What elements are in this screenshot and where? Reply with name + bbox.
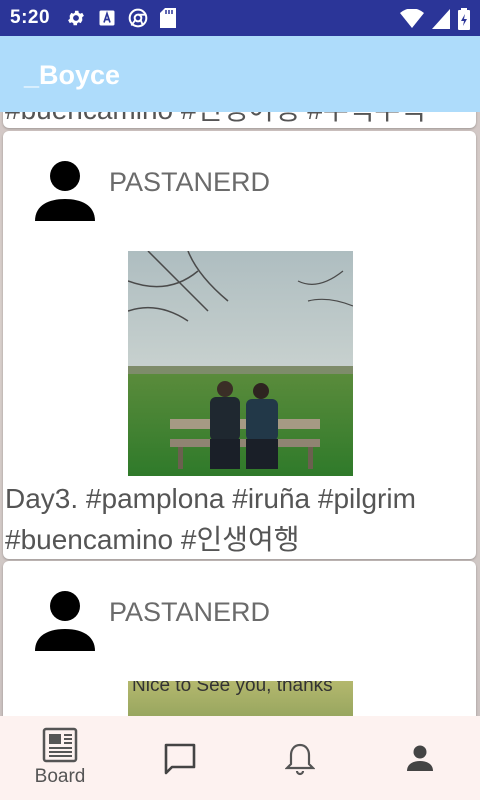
post-image-text: Nice to See you, thanks	[132, 681, 333, 696]
nav-board-label: Board	[34, 766, 86, 787]
post-card[interactable]: #buencamino #인생여행 #우럭우럭	[3, 112, 476, 128]
battery-icon	[458, 8, 470, 30]
sd-card-icon	[160, 8, 177, 28]
app-bar: _Boyce	[0, 36, 480, 112]
person-icon	[35, 591, 95, 651]
status-time: 5:20	[10, 7, 51, 28]
wifi-icon	[400, 9, 424, 28]
app-title: _Boyce	[24, 60, 121, 90]
nav-profile[interactable]	[360, 716, 480, 800]
feed[interactable]: #buencamino #인생여행 #우럭우럭 PASTANERD	[0, 112, 480, 716]
gear-icon	[68, 10, 84, 26]
person-icon	[407, 745, 433, 771]
post-card[interactable]: PASTANERD Nice to See you, thanks	[3, 561, 476, 716]
a-icon	[99, 10, 115, 26]
post-image[interactable]: Nice to See you, thanks	[128, 681, 353, 716]
post-caption: Day3. #pamplona #iruña #pilgrim #buencam…	[5, 483, 416, 555]
post-card[interactable]: PASTANERD Day3. #pamplona #iruña #pilgri…	[3, 131, 476, 559]
chat-icon	[164, 743, 196, 775]
bell-icon	[285, 743, 315, 776]
post-photo	[128, 251, 353, 476]
newspaper-icon	[42, 727, 78, 763]
chrome-icon	[128, 8, 148, 28]
signal-icon	[432, 9, 450, 29]
post-author: PASTANERD	[109, 597, 271, 627]
status-bar: 5:20	[0, 0, 480, 36]
person-icon	[35, 161, 95, 221]
status-icons-right	[400, 8, 470, 30]
post-author: PASTANERD	[109, 167, 271, 197]
post-image[interactable]	[128, 251, 353, 476]
nav-notifications[interactable]	[240, 716, 360, 800]
nav-board[interactable]: Board	[0, 716, 120, 800]
post-caption: #buencamino #인생여행 #우럭우럭	[5, 112, 426, 130]
status-icons-left	[66, 8, 177, 28]
nav-chat[interactable]	[120, 716, 240, 800]
bottom-nav: Board	[0, 716, 480, 800]
